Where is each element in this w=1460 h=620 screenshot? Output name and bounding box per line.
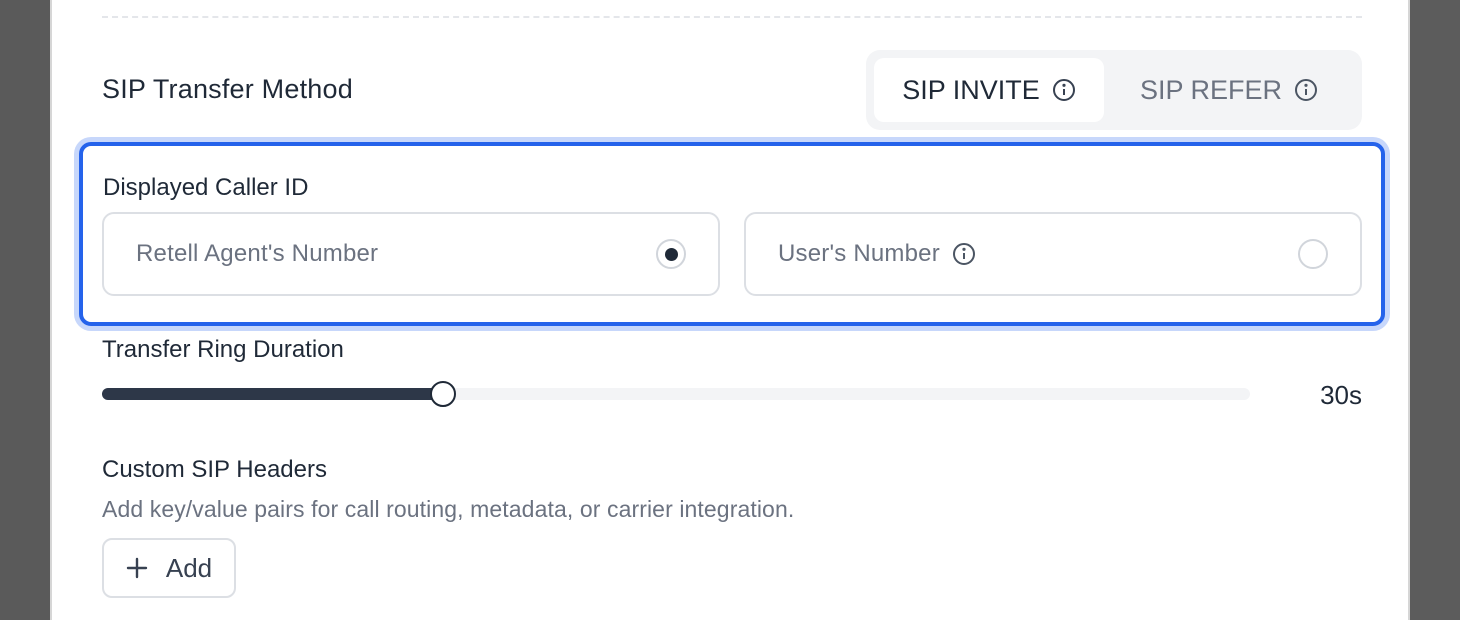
ring-duration-value: 30s [1320,380,1362,410]
caller-id-option-user-number[interactable]: User's Number [744,212,1362,296]
caller-id-option-label: Retell Agent's Number [136,240,379,267]
sip-transfer-method-title: SIP Transfer Method [102,74,353,104]
displayed-caller-id-group: Displayed Caller ID Retell Agent's Numbe… [79,142,1385,326]
radio-dot [664,247,678,261]
ring-duration-slider-track[interactable] [102,381,1250,407]
displayed-caller-id-label: Displayed Caller ID [103,174,309,201]
ring-duration-slider-thumb[interactable] [430,381,456,407]
modal-backdrop [1410,0,1460,620]
transfer-settings-panel: SIP Transfer Method SIP INVITE SIP REFER [50,0,1410,620]
radio-button-unselected[interactable] [1298,239,1328,269]
transfer-ring-duration-label: Transfer Ring Duration [102,336,344,363]
sip-invite-label: SIP INVITE [902,74,1040,105]
ring-duration-slider-fill [102,388,443,400]
info-circle-icon[interactable] [952,242,976,266]
plus-icon [126,557,148,579]
sip-invite-option[interactable]: SIP INVITE [874,58,1104,122]
sip-refer-label: SIP REFER [1139,74,1283,105]
add-header-label: Add [165,552,213,583]
info-circle-icon[interactable] [1052,78,1076,102]
section-divider [102,16,1362,18]
custom-sip-headers-description: Add key/value pairs for call routing, me… [102,496,795,522]
radio-button-selected[interactable] [656,239,686,269]
info-circle-icon[interactable] [1294,78,1318,102]
caller-id-option-label: User's Number [778,240,940,267]
sip-refer-option[interactable]: SIP REFER [1104,58,1354,122]
caller-id-option-agent-number[interactable]: Retell Agent's Number [102,212,720,296]
sip-transfer-method-toggle: SIP INVITE SIP REFER [866,50,1362,130]
add-header-button[interactable]: Add [102,538,236,598]
custom-sip-headers-label: Custom SIP Headers [102,456,327,483]
